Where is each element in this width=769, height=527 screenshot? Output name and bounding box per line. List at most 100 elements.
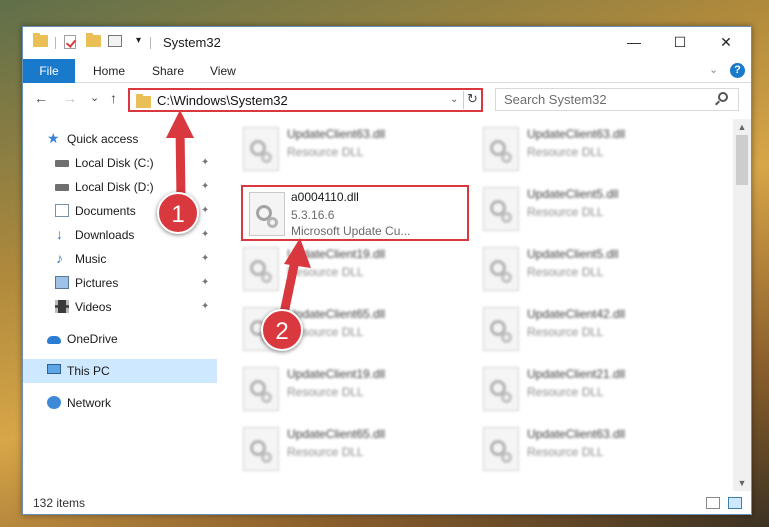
file-description: Resource DLL [527, 385, 604, 399]
file-tile[interactable]: UpdateClient65.dll Resource DLL [237, 421, 469, 477]
folder-icon [136, 94, 151, 108]
title-bar: ▾ System32 — ☐ ✕ [23, 27, 751, 59]
file-description: Resource DLL [527, 265, 604, 279]
address-bar[interactable]: C:\Windows\System32 ⌄ ↻ [128, 88, 483, 112]
maximize-button[interactable]: ☐ [657, 27, 703, 57]
music-icon: ♪ [56, 250, 63, 266]
file-description: Resource DLL [527, 445, 604, 459]
file-name: UpdateClient65.dll [287, 427, 386, 441]
dll-file-icon [249, 192, 285, 236]
file-tile[interactable]: UpdateClient5.dll Resource DLL [477, 241, 709, 297]
scroll-down-arrow-icon[interactable]: ▼ [733, 475, 751, 491]
sidebar-item-label: Documents [75, 204, 136, 218]
file-tile[interactable]: UpdateClient63.dll Resource DLL [477, 121, 709, 177]
help-icon[interactable]: ? [730, 63, 745, 78]
dll-file-icon [483, 127, 519, 171]
address-row: ← → ⌄ ↑ C:\Windows\System32 ⌄ ↻ [23, 84, 751, 116]
ribbon-tabs: File Home Share View ⌄ ? [23, 59, 751, 83]
search-box[interactable] [495, 88, 739, 111]
file-name: UpdateClient63.dll [287, 127, 386, 141]
sidebar-item-label: OneDrive [67, 332, 118, 346]
details-view-icon[interactable] [706, 497, 720, 509]
drive-icon [55, 184, 69, 191]
step-2-badge: 2 [261, 309, 303, 351]
dll-file-icon [483, 187, 519, 231]
file-tile[interactable]: UpdateClient5.dll Resource DLL [477, 181, 709, 237]
address-dropdown-icon[interactable]: ⌄ [450, 94, 458, 105]
tab-file[interactable]: File [23, 59, 75, 83]
sidebar-item-label: Music [75, 252, 107, 266]
large-icons-view-icon[interactable] [728, 497, 742, 509]
sidebar-item-onedrive[interactable]: OneDrive [23, 327, 217, 351]
file-description: Resource DLL [287, 445, 364, 459]
sidebar-item-label: Downloads [75, 228, 135, 242]
pin-icon[interactable]: ✦ [201, 205, 209, 216]
search-input[interactable] [504, 92, 704, 107]
dll-file-icon [483, 247, 519, 291]
sidebar-item-label: Local Disk (D:) [75, 180, 154, 194]
sidebar-item-quick-access[interactable]: ★ Quick access [23, 127, 217, 151]
customize-toolbar-dropdown-icon[interactable]: ▾ [136, 35, 141, 51]
sidebar-item-label: Videos [75, 300, 112, 314]
search-icon[interactable] [718, 92, 728, 102]
file-tile[interactable]: UpdateClient21.dll Resource DLL [477, 361, 709, 417]
view-options-icon[interactable] [108, 35, 122, 51]
window-title: System32 [163, 35, 221, 50]
dll-file-icon [243, 427, 279, 471]
address-path[interactable]: C:\Windows\System32 [157, 93, 288, 108]
scroll-up-arrow-icon[interactable]: ▲ [733, 119, 751, 135]
file-name: a0004110.dll [291, 190, 359, 204]
tab-home[interactable]: Home [93, 59, 125, 83]
minimize-button[interactable]: — [611, 27, 657, 57]
sidebar-item-network[interactable]: Network [23, 391, 217, 415]
sidebar-item-label: Network [67, 396, 112, 410]
properties-check-icon[interactable] [64, 35, 76, 51]
pin-icon[interactable]: ✦ [201, 229, 209, 240]
onedrive-cloud-icon [47, 336, 61, 344]
drive-icon [55, 160, 69, 167]
dll-file-icon [243, 247, 279, 291]
dll-file-icon [483, 427, 519, 471]
file-tile[interactable]: UpdateClient19.dll Resource DLL [237, 241, 469, 297]
file-description: Resource DLL [527, 205, 604, 219]
file-explorer-window: ▾ System32 — ☐ ✕ File Home Share View ⌄ … [22, 26, 752, 515]
expand-ribbon-icon[interactable]: ⌄ [709, 63, 718, 76]
file-tile[interactable]: UpdateClient63.dll Resource DLL [477, 421, 709, 477]
pin-icon[interactable]: ✦ [201, 253, 209, 264]
refresh-icon[interactable]: ↻ [467, 91, 478, 107]
file-name: UpdateClient21.dll [527, 367, 626, 381]
file-description: Microsoft Update Cu... [291, 224, 411, 238]
pin-icon[interactable]: ✦ [201, 277, 209, 288]
file-name: UpdateClient63.dll [527, 127, 626, 141]
tab-share[interactable]: Share [152, 59, 184, 83]
forward-arrow-icon[interactable]: → [63, 90, 77, 106]
sidebar-item-this-pc[interactable]: This PC [23, 359, 217, 383]
pin-icon[interactable]: ✦ [201, 301, 209, 312]
scrollbar-thumb[interactable] [736, 135, 748, 185]
new-folder-icon[interactable] [86, 33, 101, 51]
file-description: Resource DLL [287, 145, 364, 159]
sidebar-item-music[interactable]: ♪ Music ✦ [23, 247, 217, 271]
toolbar-divider [150, 37, 151, 49]
close-button[interactable]: ✕ [703, 27, 749, 57]
pin-icon[interactable]: ✦ [201, 157, 209, 168]
recent-locations-icon[interactable]: ⌄ [90, 91, 99, 104]
sidebar-item-local-disk-c[interactable]: Local Disk (C:) ✦ [23, 151, 217, 175]
vertical-scrollbar[interactable]: ▲ ▼ [733, 119, 751, 491]
folder-icon [33, 33, 48, 51]
tab-view[interactable]: View [210, 59, 236, 83]
up-arrow-icon[interactable]: ↑ [110, 90, 117, 106]
back-arrow-icon[interactable]: ← [34, 90, 48, 106]
pin-icon[interactable]: ✦ [201, 181, 209, 192]
file-name: UpdateClient19.dll [287, 247, 386, 261]
file-description: Resource DLL [527, 145, 604, 159]
file-tile[interactable]: UpdateClient63.dll Resource DLL [237, 121, 469, 177]
file-tile[interactable]: UpdateClient42.dll Resource DLL [477, 301, 709, 357]
highlighted-file-tile[interactable]: a0004110.dll 5.3.16.6 Microsoft Update C… [241, 185, 469, 241]
sidebar-item-videos[interactable]: Videos ✦ [23, 295, 217, 319]
pictures-icon [55, 276, 69, 289]
file-name: UpdateClient63.dll [527, 427, 626, 441]
file-tile[interactable]: UpdateClient19.dll Resource DLL [237, 361, 469, 417]
sidebar-item-pictures[interactable]: Pictures ✦ [23, 271, 217, 295]
videos-icon [55, 300, 69, 313]
